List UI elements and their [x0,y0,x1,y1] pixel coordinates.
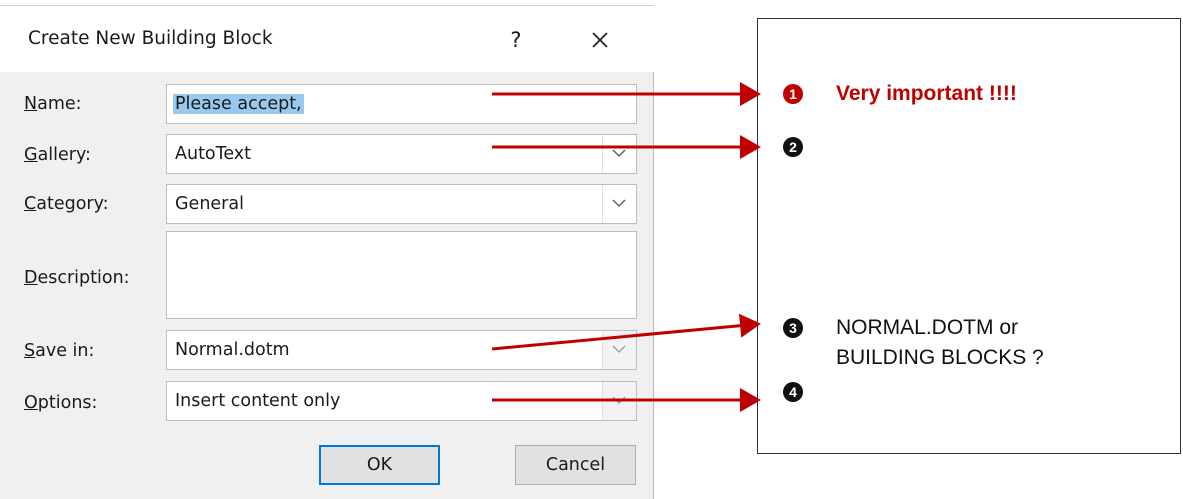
category-value: General [175,194,244,214]
save-in-label: Save in: [24,341,95,361]
save-in-dropdown[interactable]: Normal.dotm [166,330,637,370]
create-building-block-dialog: Create New Building Block ? Name: Please… [0,0,654,499]
number-4-icon: 4 [782,381,804,403]
ok-button[interactable]: OK [319,445,440,485]
dialog-title: Create New Building Block [28,28,273,49]
save-in-value: Normal.dotm [175,340,290,360]
name-label: Name: [24,94,82,114]
help-button[interactable]: ? [496,20,536,60]
save-in-dropdown-button[interactable] [602,331,636,369]
description-textarea[interactable] [166,231,637,319]
name-value: Please accept, [173,94,304,114]
gallery-dropdown[interactable]: AutoText [166,134,637,174]
close-button[interactable] [580,20,620,60]
name-input[interactable]: Please accept, [166,84,637,124]
options-dropdown[interactable]: Insert content only [166,381,637,421]
number-3-text: 3 [789,320,797,336]
options-dropdown-button[interactable] [602,382,636,420]
category-label: Category: [24,194,109,214]
options-label: Options: [24,393,98,413]
title-bar: Create New Building Block ? [0,6,654,72]
number-2-icon: 2 [782,136,804,158]
note-3-text-line2: BUILDING BLOCKS ? [836,346,1044,369]
note-1-text: Very important !!!! [836,82,1017,105]
chevron-down-icon [612,396,626,404]
number-1-icon: 1 [782,83,804,105]
category-dropdown[interactable]: General [166,184,637,224]
number-3-icon: 3 [782,317,804,339]
number-2-text: 2 [789,139,797,155]
gallery-label: Gallery: [24,145,91,165]
gallery-value: AutoText [175,144,252,164]
chevron-down-icon [612,345,626,353]
options-value: Insert content only [175,391,341,411]
chevron-down-icon [612,149,626,157]
chevron-down-icon [612,199,626,207]
close-icon [592,32,608,48]
description-label: Description: [24,268,130,288]
number-1-text: 1 [789,86,797,102]
note-3-text-line1: NORMAL.DOTM or [836,316,1019,339]
cancel-button[interactable]: Cancel [515,445,636,485]
category-dropdown-button[interactable] [602,185,636,223]
gallery-dropdown-button[interactable] [602,135,636,173]
number-4-text: 4 [789,384,797,400]
